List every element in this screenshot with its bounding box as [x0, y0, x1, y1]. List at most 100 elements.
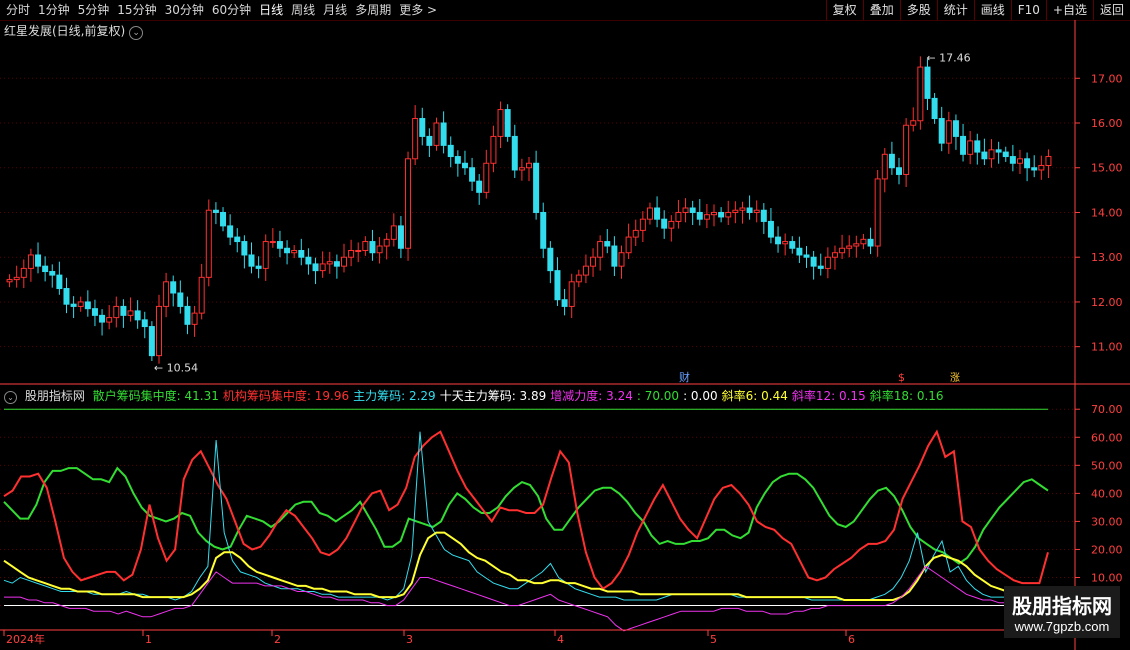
indicator-value-1: 机构筹码集中度: 19.96	[222, 389, 350, 403]
indicator-legend: ⌄ 股朋指标网 散户筹码集中度: 41.31 机构筹码集中度: 19.96 主力筹码…	[4, 387, 952, 404]
candle-body-143	[1024, 158, 1031, 169]
candle-body-27	[198, 276, 205, 314]
candle-body-0	[6, 279, 13, 283]
toolbar-button-4[interactable]: 画线	[973, 0, 1011, 20]
candle-body-47	[340, 256, 347, 267]
candle-body-30	[220, 211, 227, 227]
candle-body-41	[298, 250, 305, 258]
period-tab-7[interactable]: 周线	[291, 2, 315, 18]
candle-body-77	[554, 270, 561, 301]
candle-body-121	[867, 238, 874, 247]
candle-body-141	[1009, 156, 1016, 164]
period-tab-2[interactable]: 5分钟	[78, 2, 110, 18]
candle-body-88	[632, 229, 639, 238]
candle-body-22	[163, 281, 170, 307]
toolbar-button-5[interactable]: F10	[1010, 0, 1046, 20]
indicator-name: 股朋指标网	[24, 389, 85, 403]
stock-title[interactable]: 红星发展(日线,前复权) ⌄	[4, 22, 144, 40]
period-tab-9[interactable]: 多周期	[355, 2, 391, 18]
candle-body-18	[134, 310, 141, 321]
period-tab-4[interactable]: 30分钟	[165, 2, 204, 18]
period-tab-0[interactable]: 分时	[6, 2, 30, 18]
candle-body-35	[255, 265, 262, 269]
candle-body-5	[42, 265, 49, 273]
ind-series-4	[4, 565, 1048, 632]
candle-body-128	[917, 66, 924, 122]
candle-body-52	[376, 245, 383, 254]
toolbar-button-1[interactable]: 叠加	[862, 0, 900, 20]
candle-body-82	[590, 256, 597, 267]
candle-body-115	[824, 256, 831, 269]
candle-body-84	[604, 241, 611, 247]
period-tab-8[interactable]: 月线	[323, 2, 347, 18]
high-label: ← 17.46	[926, 52, 970, 65]
candle-body-111	[796, 247, 803, 256]
period-tab-5[interactable]: 60分钟	[212, 2, 251, 18]
ind-tick-label-3: 30.00	[1091, 515, 1123, 528]
candle-body-132	[945, 120, 952, 144]
ind-tick-label-2: 20.00	[1091, 543, 1123, 556]
candle-body-65	[469, 167, 476, 182]
candle-body-68	[490, 135, 497, 164]
toolbar-button-3[interactable]: 统计	[936, 0, 974, 20]
candle-body-21	[155, 305, 162, 357]
finance-marker: 财	[679, 370, 690, 384]
tag-marker: 涨	[950, 372, 960, 384]
candle-body-133	[952, 120, 959, 137]
price-tick-label-5: 16.00	[1091, 117, 1123, 130]
candle-body-89	[639, 218, 646, 231]
period-tab-1[interactable]: 1分钟	[38, 2, 70, 18]
candle-body-117	[839, 247, 846, 254]
candle-body-95	[682, 207, 689, 213]
candle-body-67	[483, 162, 490, 193]
toolbar-button-7[interactable]: 返回	[1092, 0, 1130, 20]
candle-body-46	[333, 261, 340, 267]
date-label-5: 5	[710, 633, 717, 646]
chevron-down-icon[interactable]: ⌄	[129, 26, 144, 40]
ind-tick-label-7: 70.00	[1091, 403, 1123, 416]
indicator-value-2: 主力筹码: 2.29	[353, 389, 436, 403]
candle-body-129	[924, 66, 931, 99]
candle-body-75	[540, 211, 547, 249]
candle-body-93	[668, 220, 675, 229]
candle-body-14	[106, 317, 113, 323]
candle-body-85	[611, 245, 618, 267]
candle-body-37	[269, 241, 276, 244]
candle-body-57	[412, 118, 419, 160]
candle-body-130	[931, 97, 938, 120]
candle-body-56	[405, 158, 412, 249]
candle-body-104	[746, 207, 753, 213]
ind-series-2	[3, 431, 1048, 601]
candle-body-31	[227, 225, 234, 238]
candle-body-73	[526, 162, 532, 169]
toolbar-button-2[interactable]: 多股	[899, 0, 937, 20]
candle-body-139	[995, 149, 1002, 153]
candle-body-59	[426, 135, 433, 146]
indicator-chevron-icon[interactable]: ⌄	[4, 391, 17, 404]
candle-body-94	[675, 211, 682, 222]
candle-body-42	[305, 256, 312, 265]
toolbar-button-6[interactable]: +自选	[1045, 0, 1093, 20]
candle-body-38	[276, 241, 283, 249]
candle-body-10	[77, 301, 84, 307]
period-tab-3[interactable]: 15分钟	[117, 2, 156, 18]
candle-body-125	[896, 167, 903, 175]
candle-body-29	[212, 209, 219, 213]
period-tabs: 分时 1分钟 5分钟 15分钟 30分钟 60分钟 日线 周线 月线 多周期 更多 >	[6, 2, 437, 18]
candle-body-7	[56, 274, 63, 290]
candle-body-11	[84, 301, 91, 310]
candle-body-127	[910, 120, 917, 126]
period-tab-10[interactable]: 更多 >	[399, 2, 437, 18]
candle-body-76	[547, 247, 554, 272]
candle-body-50	[362, 241, 369, 251]
candle-body-100	[718, 211, 725, 218]
candle-body-78	[561, 299, 568, 307]
toolbar-button-0[interactable]: 复权	[825, 0, 863, 20]
candle-body-92	[661, 218, 668, 229]
date-label-0: 2024年	[6, 632, 45, 646]
candle-body-66	[476, 180, 483, 193]
period-tab-6[interactable]: 日线	[259, 2, 283, 18]
candle-body-79	[568, 281, 575, 307]
stock-title-text: 红星发展(日线,前复权)	[4, 24, 126, 38]
date-label-1: 1	[145, 633, 152, 646]
